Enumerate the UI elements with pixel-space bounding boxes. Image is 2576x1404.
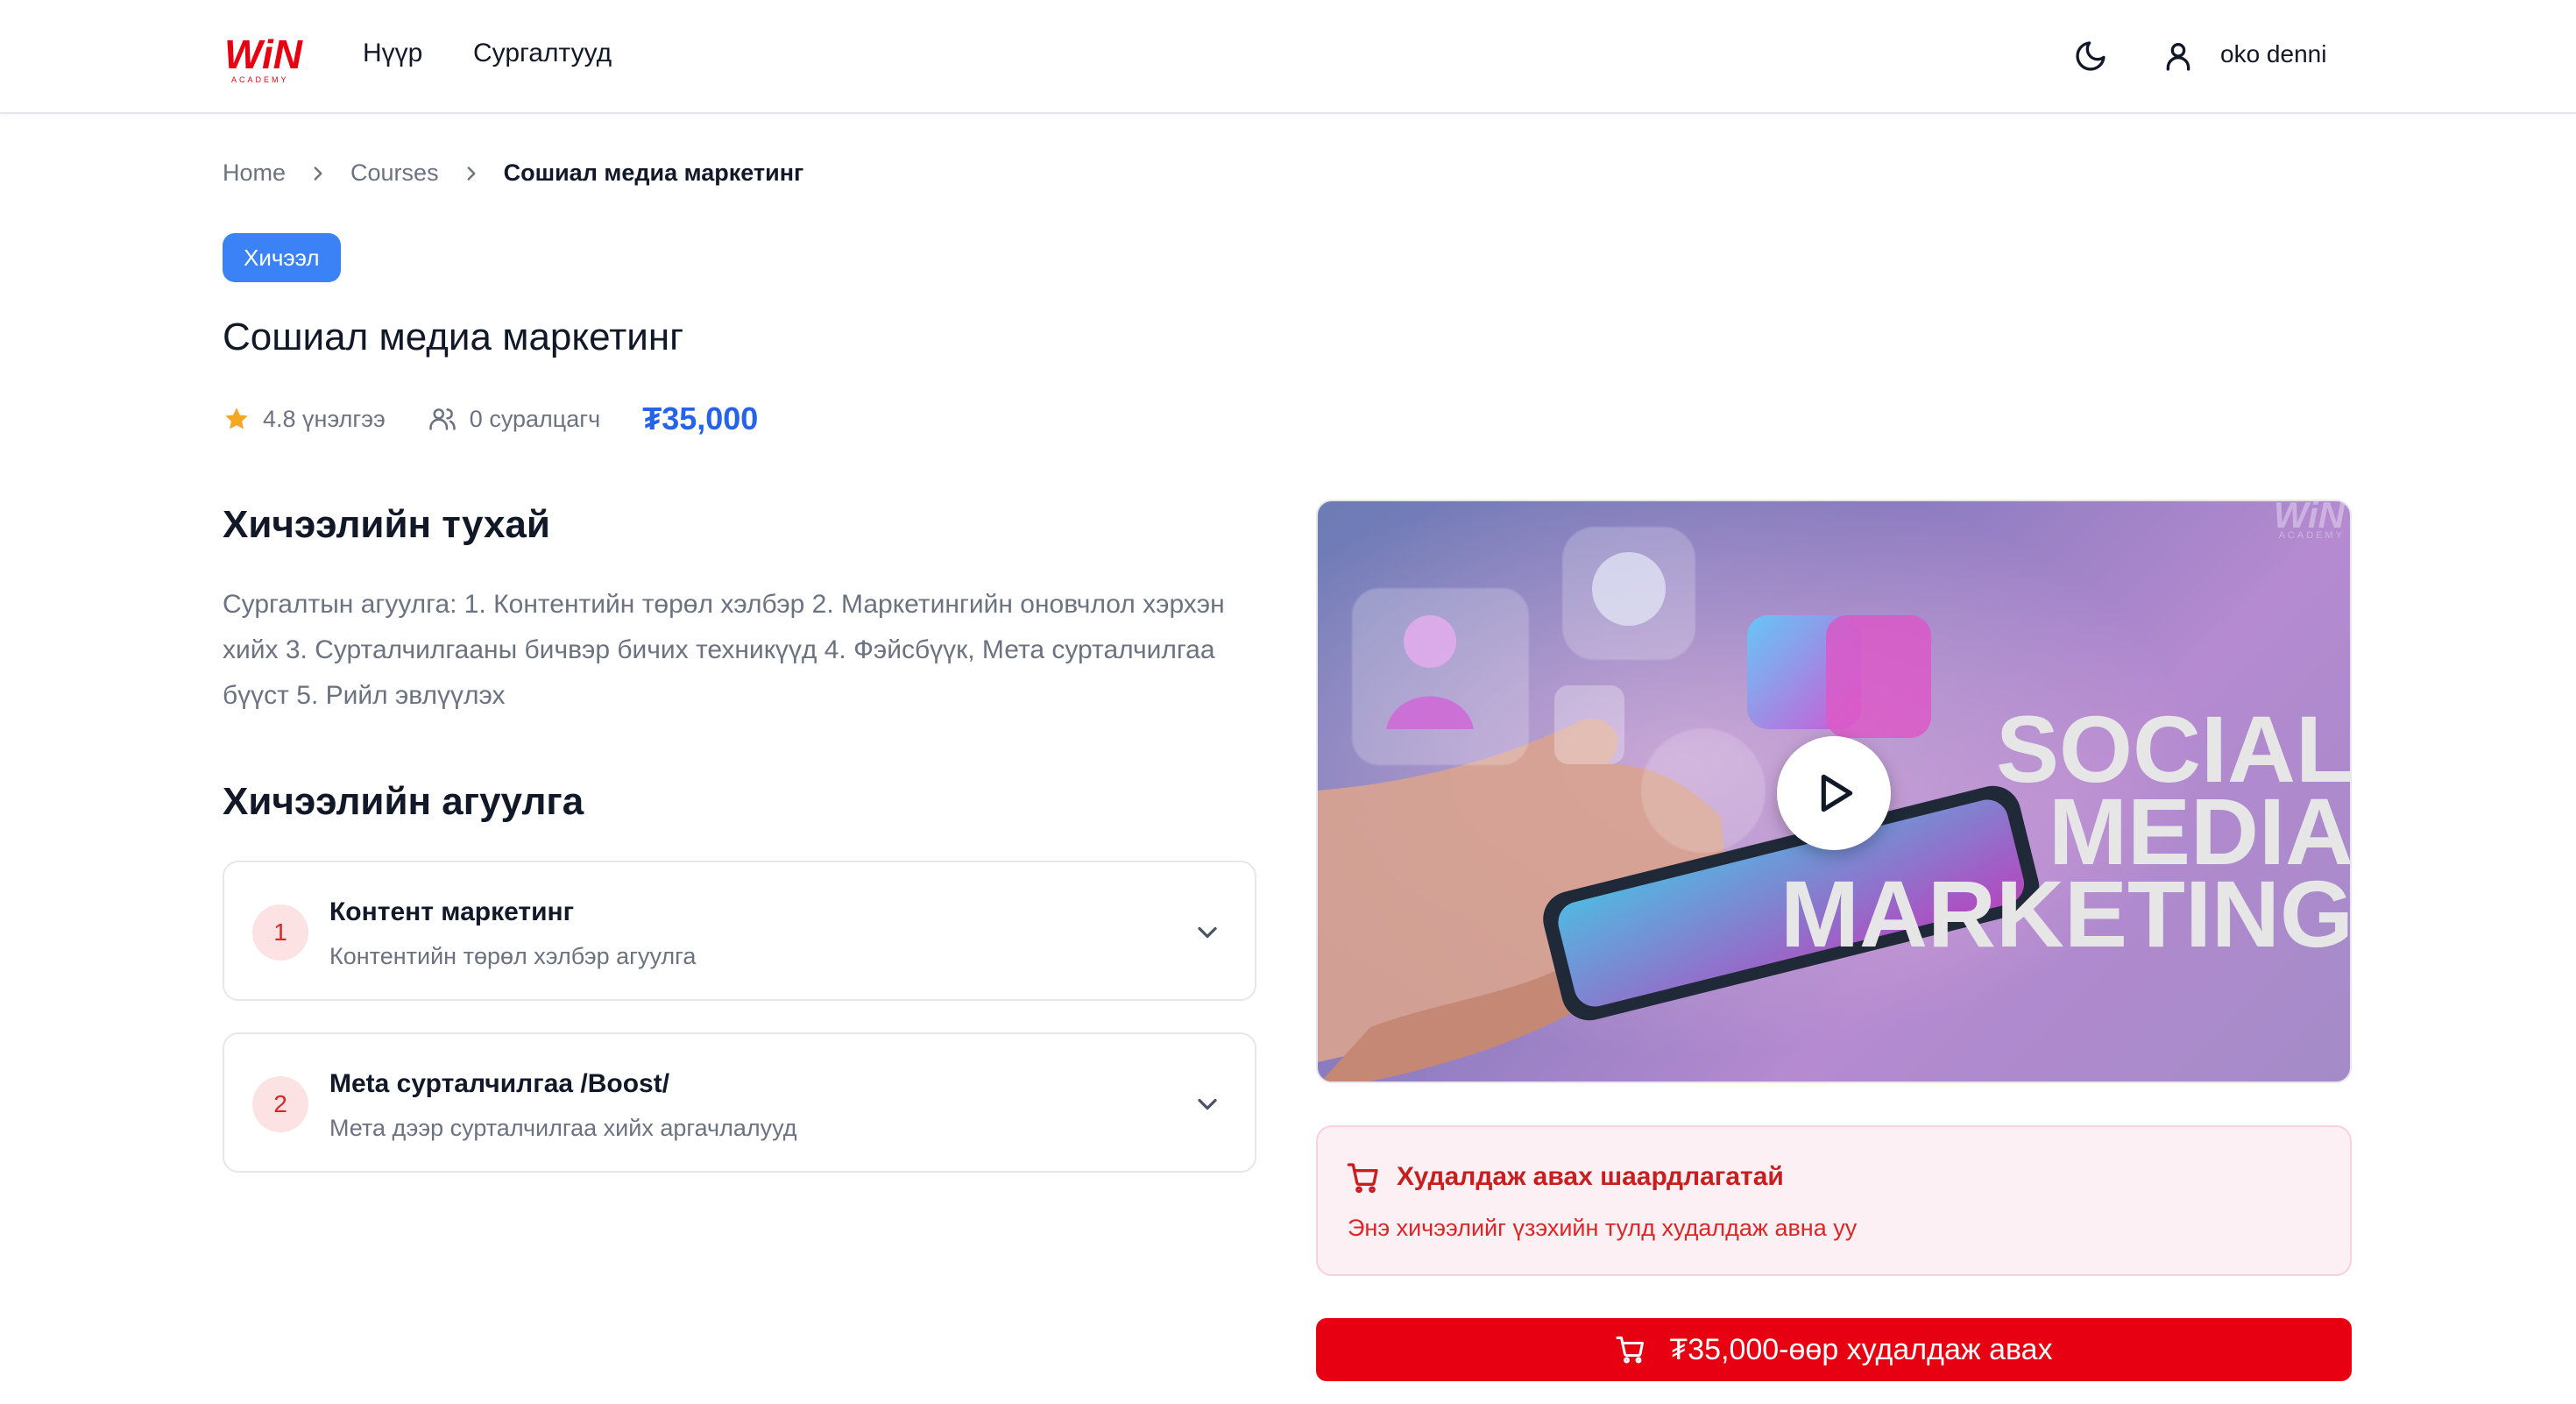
alert-message: Энэ хичээлийг үзэхийн тулд худалдаж авна… [1348, 1215, 1858, 1241]
lesson-title: Meta сурталчилгаа /Boost/ [329, 1069, 670, 1098]
shopping-cart-icon [1616, 1337, 1645, 1364]
video-text-marketing: MARKETING [1780, 861, 2352, 967]
users-icon [429, 408, 456, 430]
student-count: 0 суралцагч [469, 405, 601, 432]
user-icon[interactable] [2161, 39, 2196, 74]
logo-subtext: ACADEMY [231, 75, 289, 84]
lesson-number: 2 [252, 1076, 308, 1132]
lesson-title: Контент маркетинг [329, 897, 575, 926]
play-icon [1821, 774, 1853, 812]
video-watermark-sub: ACADEMY [2279, 530, 2345, 541]
about-heading: Хичээлийн тухай [223, 503, 550, 546]
lesson-subtitle: Мета дээр сурталчилгаа хийх аргачлалууд [329, 1115, 797, 1141]
course-price: ₮35,000 [642, 401, 759, 436]
play-button[interactable] [1777, 736, 1891, 850]
course-rating: 4.8 үнэлгээ [263, 405, 386, 432]
course-type-badge: Хичээл [223, 233, 341, 282]
buy-button-label: ₮35,000-өөр худалдаж авах [1669, 1332, 2053, 1366]
chevron-right-icon [467, 166, 476, 181]
course-meta: 4.8 үнэлгээ 0 суралцагч ₮35,000 [223, 400, 758, 438]
content-heading: Хичээлийн агуулга [223, 780, 584, 823]
breadcrumb-home[interactable]: Home [223, 160, 286, 187]
user-name[interactable]: oko denni [2220, 40, 2326, 68]
chevron-down-icon[interactable] [1192, 1088, 1223, 1120]
purchase-required-alert: Худалдаж авах шаардлагатай Энэ хичээлийг… [1316, 1125, 2352, 1276]
logo-text: WiN [224, 32, 303, 77]
course-title: Сошиал медиа маркетинг [223, 316, 684, 358]
course-video-preview[interactable]: SOCIAL MEDIA MARKETING WiN ACADEMY [1316, 500, 2352, 1083]
nav-home[interactable]: Нүүр [363, 39, 422, 68]
star-icon [225, 408, 248, 429]
win-academy-logo[interactable]: WiN ACADEMY [223, 30, 307, 84]
lesson-subtitle: Контентийн төрөл хэлбэр агуулга [329, 943, 697, 969]
shopping-cart-icon [1347, 1163, 1378, 1194]
lesson-item[interactable]: 2 Meta сурталчилгаа /Boost/ Мета дээр су… [223, 1032, 1256, 1173]
chevron-right-icon [314, 166, 322, 181]
lesson-item[interactable]: 1 Контент маркетинг Контентийн төрөл хэл… [223, 861, 1256, 1001]
breadcrumb: Home Courses Сошиал медиа маркетинг [223, 160, 803, 187]
chevron-down-icon[interactable] [1192, 917, 1223, 948]
alert-title: Худалдаж авах шаардлагатай [1397, 1162, 1784, 1191]
buy-course-button[interactable]: ₮35,000-өөр худалдаж авах [1316, 1318, 2352, 1381]
nav-courses[interactable]: Сургалтууд [473, 39, 612, 68]
lesson-number: 1 [252, 904, 308, 961]
breadcrumb-current: Сошиал медиа маркетинг [503, 160, 804, 186]
about-description: Сургалтын агуулга: 1. Контентийн төрөл х… [223, 590, 1225, 710]
top-navbar: WiN ACADEMY Нүүр Сургалтууд oko denni [0, 0, 2576, 114]
moon-icon[interactable] [2073, 39, 2108, 74]
breadcrumb-courses[interactable]: Courses [350, 160, 439, 187]
